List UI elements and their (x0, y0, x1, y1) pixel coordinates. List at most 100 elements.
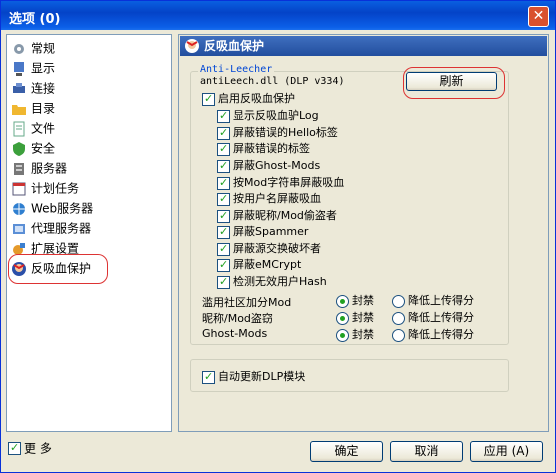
checkbox[interactable] (217, 241, 230, 257)
checkbox[interactable] (217, 175, 230, 191)
radio[interactable] (336, 328, 349, 342)
panel-header: 反吸血保护 (180, 36, 547, 56)
sidebar-item-label: 文件 (31, 121, 56, 136)
ban-radio[interactable]: 封禁 (336, 310, 374, 326)
radio-label: 降低上传得分 (408, 328, 474, 341)
shield-icon (13, 141, 25, 156)
sidebar-item-label: 计划任务 (31, 181, 80, 196)
web-icon (13, 202, 25, 215)
cancel-button[interactable]: 取消 (390, 441, 463, 462)
enable-antileech-checkbox[interactable]: 启用反吸血保护 (202, 91, 295, 107)
radio[interactable] (392, 328, 405, 342)
window-title: 选项 (0) (9, 12, 61, 27)
radio-label: 封禁 (352, 311, 374, 324)
checkbox-label: 启用反吸血保护 (218, 92, 295, 105)
close-button[interactable]: ✕ (528, 6, 549, 27)
sidebar-item-label: 连接 (31, 81, 56, 96)
refresh-highlight (403, 67, 505, 99)
ban-radio[interactable]: 封禁 (336, 327, 374, 343)
sidebar-item-web-server[interactable]: Web服务器 (11, 198, 93, 218)
apply-button[interactable]: 应用 (A) (470, 441, 543, 462)
lower-score-radio[interactable]: 降低上传得分 (392, 310, 474, 326)
title-bar: 选项 (0) ✕ (1, 1, 555, 30)
sidebar-item-label: 目录 (31, 101, 56, 116)
sidebar: 常规 显示 连接 目录 文件 安全 服务器 计划任务 Web服务器 代理服务器 … (6, 34, 172, 432)
sidebar-item-label: 代理服务器 (31, 221, 92, 236)
checkbox-label: 按用户名屏蔽吸血 (233, 192, 321, 205)
panel-title: 反吸血保护 (204, 39, 265, 53)
sidebar-item-general[interactable]: 常规 (11, 38, 55, 58)
checkbox[interactable] (217, 257, 230, 273)
checkbox[interactable] (217, 125, 230, 141)
server-icon (14, 162, 24, 175)
checkbox-label: 显示反吸血驴Log (233, 109, 319, 122)
group-legend: Anti-Leecher (198, 64, 275, 75)
radio[interactable] (336, 311, 349, 325)
radio-label: 封禁 (352, 328, 374, 341)
gear-icon (14, 43, 24, 54)
calendar-icon (12, 182, 26, 195)
sidebar-item-directories[interactable]: 目录 (11, 98, 55, 118)
checkbox[interactable] (217, 141, 230, 157)
sidebar-item-scheduler[interactable]: 计划任务 (11, 178, 79, 198)
checkbox-label: 屏蔽Ghost-Mods (233, 159, 321, 172)
checkbox[interactable] (202, 91, 215, 107)
more-checkbox[interactable]: 更 多 (8, 440, 52, 456)
checkbox-label: 按Mod字符串屏蔽吸血 (233, 176, 345, 189)
sidebar-item-display[interactable]: 显示 (11, 58, 55, 78)
sidebar-item-files[interactable]: 文件 (11, 118, 55, 138)
sidebar-item-label: Web服务器 (31, 201, 94, 216)
checkbox[interactable] (217, 108, 230, 124)
checkbox-label: 检测无效用户Hash (233, 275, 327, 288)
option-checkbox[interactable]: 屏蔽Ghost-Mods (217, 158, 320, 174)
sidebar-item-security[interactable]: 安全 (11, 138, 55, 158)
lower-score-radio[interactable]: 降低上传得分 (392, 327, 474, 343)
proxy-icon (13, 223, 25, 234)
option-checkbox[interactable]: 按Mod字符串屏蔽吸血 (217, 175, 344, 191)
checkbox[interactable] (8, 440, 21, 456)
checkbox-label: 更 多 (24, 441, 52, 456)
folder-icon (12, 104, 26, 115)
radio-row-label: Ghost-Mods (202, 327, 268, 340)
radio-label: 降低上传得分 (408, 294, 474, 307)
checkbox-label: 屏蔽Spammer (233, 225, 309, 238)
sidebar-selection-highlight (8, 254, 108, 284)
radio[interactable] (392, 311, 405, 325)
radio[interactable] (392, 294, 405, 308)
checkbox[interactable] (202, 369, 215, 385)
auto-update-checkbox[interactable]: 自动更新DLP模块 (202, 369, 305, 385)
option-checkbox[interactable]: 屏蔽源交换破坏者 (217, 241, 321, 257)
option-checkbox[interactable]: 检测无效用户Hash (217, 274, 327, 290)
sidebar-item-label: 常规 (31, 41, 56, 56)
checkbox[interactable] (217, 224, 230, 240)
checkbox[interactable] (217, 158, 230, 174)
sidebar-item-label: 服务器 (31, 161, 68, 176)
option-checkbox[interactable]: 屏蔽Spammer (217, 224, 308, 240)
ban-radio[interactable]: 封禁 (336, 293, 374, 309)
option-checkbox[interactable]: 屏蔽昵称/Mod偷盗者 (217, 208, 337, 224)
checkbox-label: 屏蔽昵称/Mod偷盗者 (233, 209, 337, 222)
sidebar-item-proxy[interactable]: 代理服务器 (11, 218, 91, 238)
checkbox-label: 自动更新DLP模块 (218, 370, 306, 383)
checkbox[interactable] (217, 274, 230, 290)
radio-label: 封禁 (352, 294, 374, 307)
checkbox-label: 屏蔽错误的标签 (233, 142, 310, 155)
radio-row-label: 滥用社区加分Mod (202, 296, 292, 309)
option-checkbox[interactable]: 屏蔽错误的标签 (217, 141, 310, 157)
option-checkbox[interactable]: 显示反吸血驴Log (217, 108, 319, 124)
checkbox[interactable] (217, 191, 230, 207)
option-checkbox[interactable]: 屏蔽错误的Hello标签 (217, 125, 338, 141)
radio-row-label: 昵称/Mod盗窃 (202, 312, 273, 325)
checkbox-label: 屏蔽错误的Hello标签 (233, 126, 338, 139)
radio-label: 降低上传得分 (408, 311, 474, 324)
lower-score-radio[interactable]: 降低上传得分 (392, 293, 474, 309)
sidebar-item-label: 安全 (31, 141, 56, 156)
file-icon (13, 121, 25, 136)
radio[interactable] (336, 294, 349, 308)
ok-button[interactable]: 确定 (310, 441, 383, 462)
option-checkbox[interactable]: 按用户名屏蔽吸血 (217, 191, 321, 207)
option-checkbox[interactable]: 屏蔽eMCrypt (217, 257, 301, 273)
sidebar-item-connection[interactable]: 连接 (11, 78, 55, 98)
checkbox[interactable] (217, 208, 230, 224)
sidebar-item-server[interactable]: 服务器 (11, 158, 67, 178)
